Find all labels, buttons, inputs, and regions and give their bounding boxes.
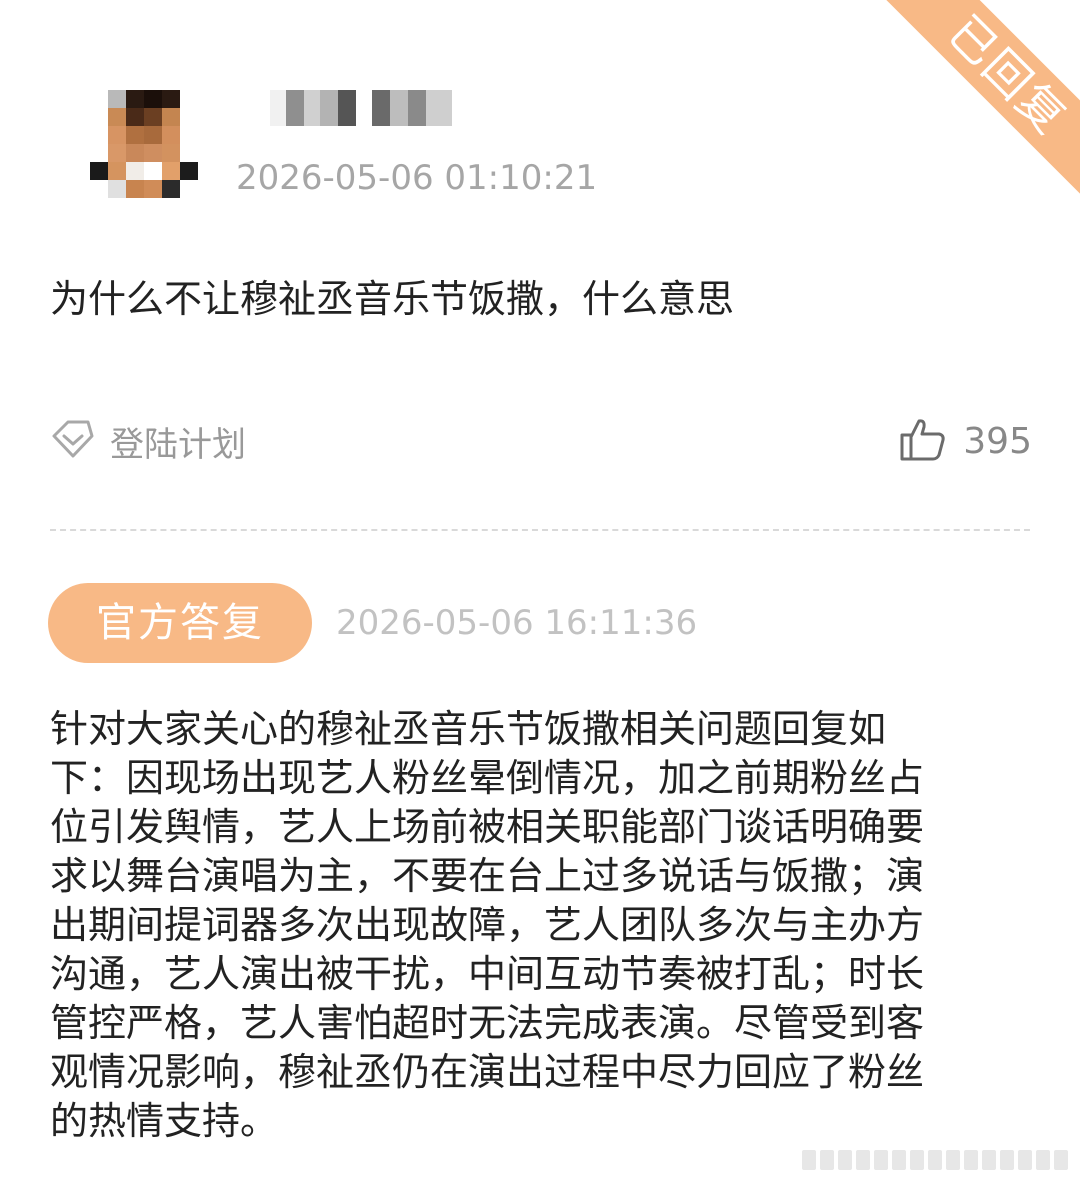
question-text: 为什么不让穆祉丞音乐节饭撒，什么意思 [50,277,735,321]
reply-line: 沟通，艺人演出被干扰，中间互动节奏被打乱；时长 [50,952,925,996]
thumbs-up-icon [899,416,947,466]
diamond-icon [50,416,96,466]
reply-line: 出期间提词器多次出现故障，艺人团队多次与主办方 [50,903,925,947]
username-redacted[interactable] [270,90,452,126]
avatar[interactable] [90,90,198,198]
like-button[interactable]: 395 [899,418,1032,464]
reply-line: 针对大家关心的穆祉丞音乐节饭撒相关问题回复如 [50,707,887,751]
feedback-card: 已回复 2026-05-06 01:10:21 为什么不让穆祉丞音乐节饭撒，什么… [0,0,1080,1178]
reply-timestamp: 2026-05-06 16:11:36 [336,603,698,643]
reply-line: 求以舞台演唱为主，不要在台上过多说话与饭撒；演 [50,854,925,898]
topic-tag[interactable]: 登陆计划 [50,416,246,466]
reply-line: 管控严格，艺人害怕超时无法完成表演。尽管受到客 [50,1001,925,1045]
question-timestamp: 2026-05-06 01:10:21 [236,158,598,198]
status-ribbon-label: 已回复 [880,0,1080,200]
topic-label: 登陆计划 [110,424,246,465]
reply-text: 针对大家关心的穆祉丞音乐节饭撒相关问题回复如 下：因现场出现艺人粉丝晕倒情况，加… [50,705,1030,1146]
reply-line: 观情况影响，穆祉丞仍在演出过程中尽力回应了粉丝 [50,1050,925,1094]
official-reply-badge: 官方答复 [48,583,312,663]
watermark [802,1150,1068,1170]
status-ribbon: 已回复 [880,0,1080,200]
like-count: 395 [963,420,1032,462]
divider [50,529,1030,531]
reply-line: 下：因现场出现艺人粉丝晕倒情况，加之前期粉丝占 [50,756,925,800]
reply-line: 的热情支持。 [50,1099,279,1143]
reply-line: 位引发舆情，艺人上场前被相关职能部门谈话明确要 [50,805,925,849]
